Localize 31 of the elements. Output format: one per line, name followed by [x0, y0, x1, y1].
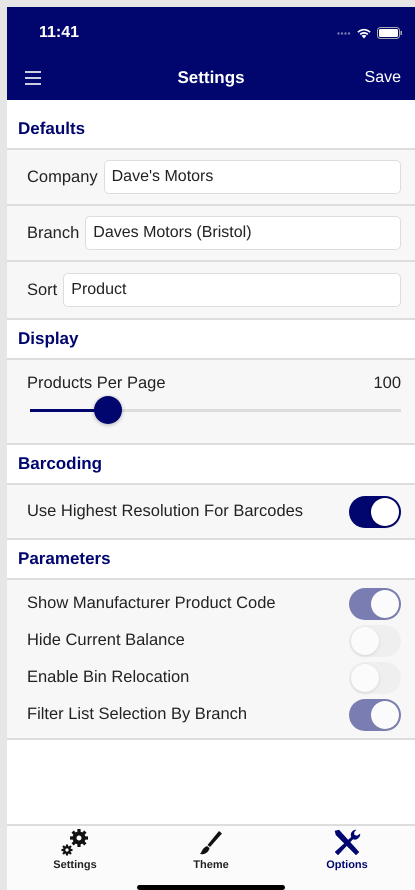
section-header: Parameters [18, 549, 111, 569]
section-header: Defaults [18, 119, 86, 139]
field-label: Company [27, 168, 98, 186]
field-label: Sort [27, 280, 58, 300]
toggle-label: Hide Current Balance [27, 631, 185, 650]
slider-value: 100 [373, 374, 401, 393]
slider-thumb[interactable] [94, 396, 122, 424]
tools-icon [332, 828, 362, 858]
tab-item[interactable]: Settings [35, 828, 115, 871]
wifi-icon [356, 27, 372, 39]
toggle-label: Filter List Selection By Branch [27, 705, 248, 724]
screen-title: Settings [177, 68, 245, 86]
toggle-switch[interactable] [349, 496, 401, 528]
tab-item[interactable]: Theme [171, 828, 251, 871]
status-time: 11:41 [39, 23, 80, 42]
tab-item[interactable]: Options [307, 828, 387, 871]
field-label: Branch [27, 224, 80, 242]
battery-icon [377, 27, 403, 39]
section-header: Display [18, 329, 78, 349]
menu-icon[interactable] [25, 70, 41, 84]
text-field[interactable]: Product [63, 273, 401, 307]
text-field[interactable]: Daves Motors (Bristol) [85, 216, 401, 250]
section-header: Barcoding [18, 454, 102, 474]
toggle-label: Enable Bin Relocation [27, 668, 190, 687]
signal-icon [337, 32, 351, 34]
gears-icon [60, 828, 90, 858]
slider-label: Products Per Page [27, 374, 166, 393]
toggle-label: Show Manufacturer Product Code [27, 594, 276, 613]
text-field[interactable]: Dave's Motors [104, 160, 401, 194]
toggle-label: Use Highest Resolution For Barcodes [27, 502, 304, 521]
save-button[interactable]: Save [364, 68, 401, 86]
